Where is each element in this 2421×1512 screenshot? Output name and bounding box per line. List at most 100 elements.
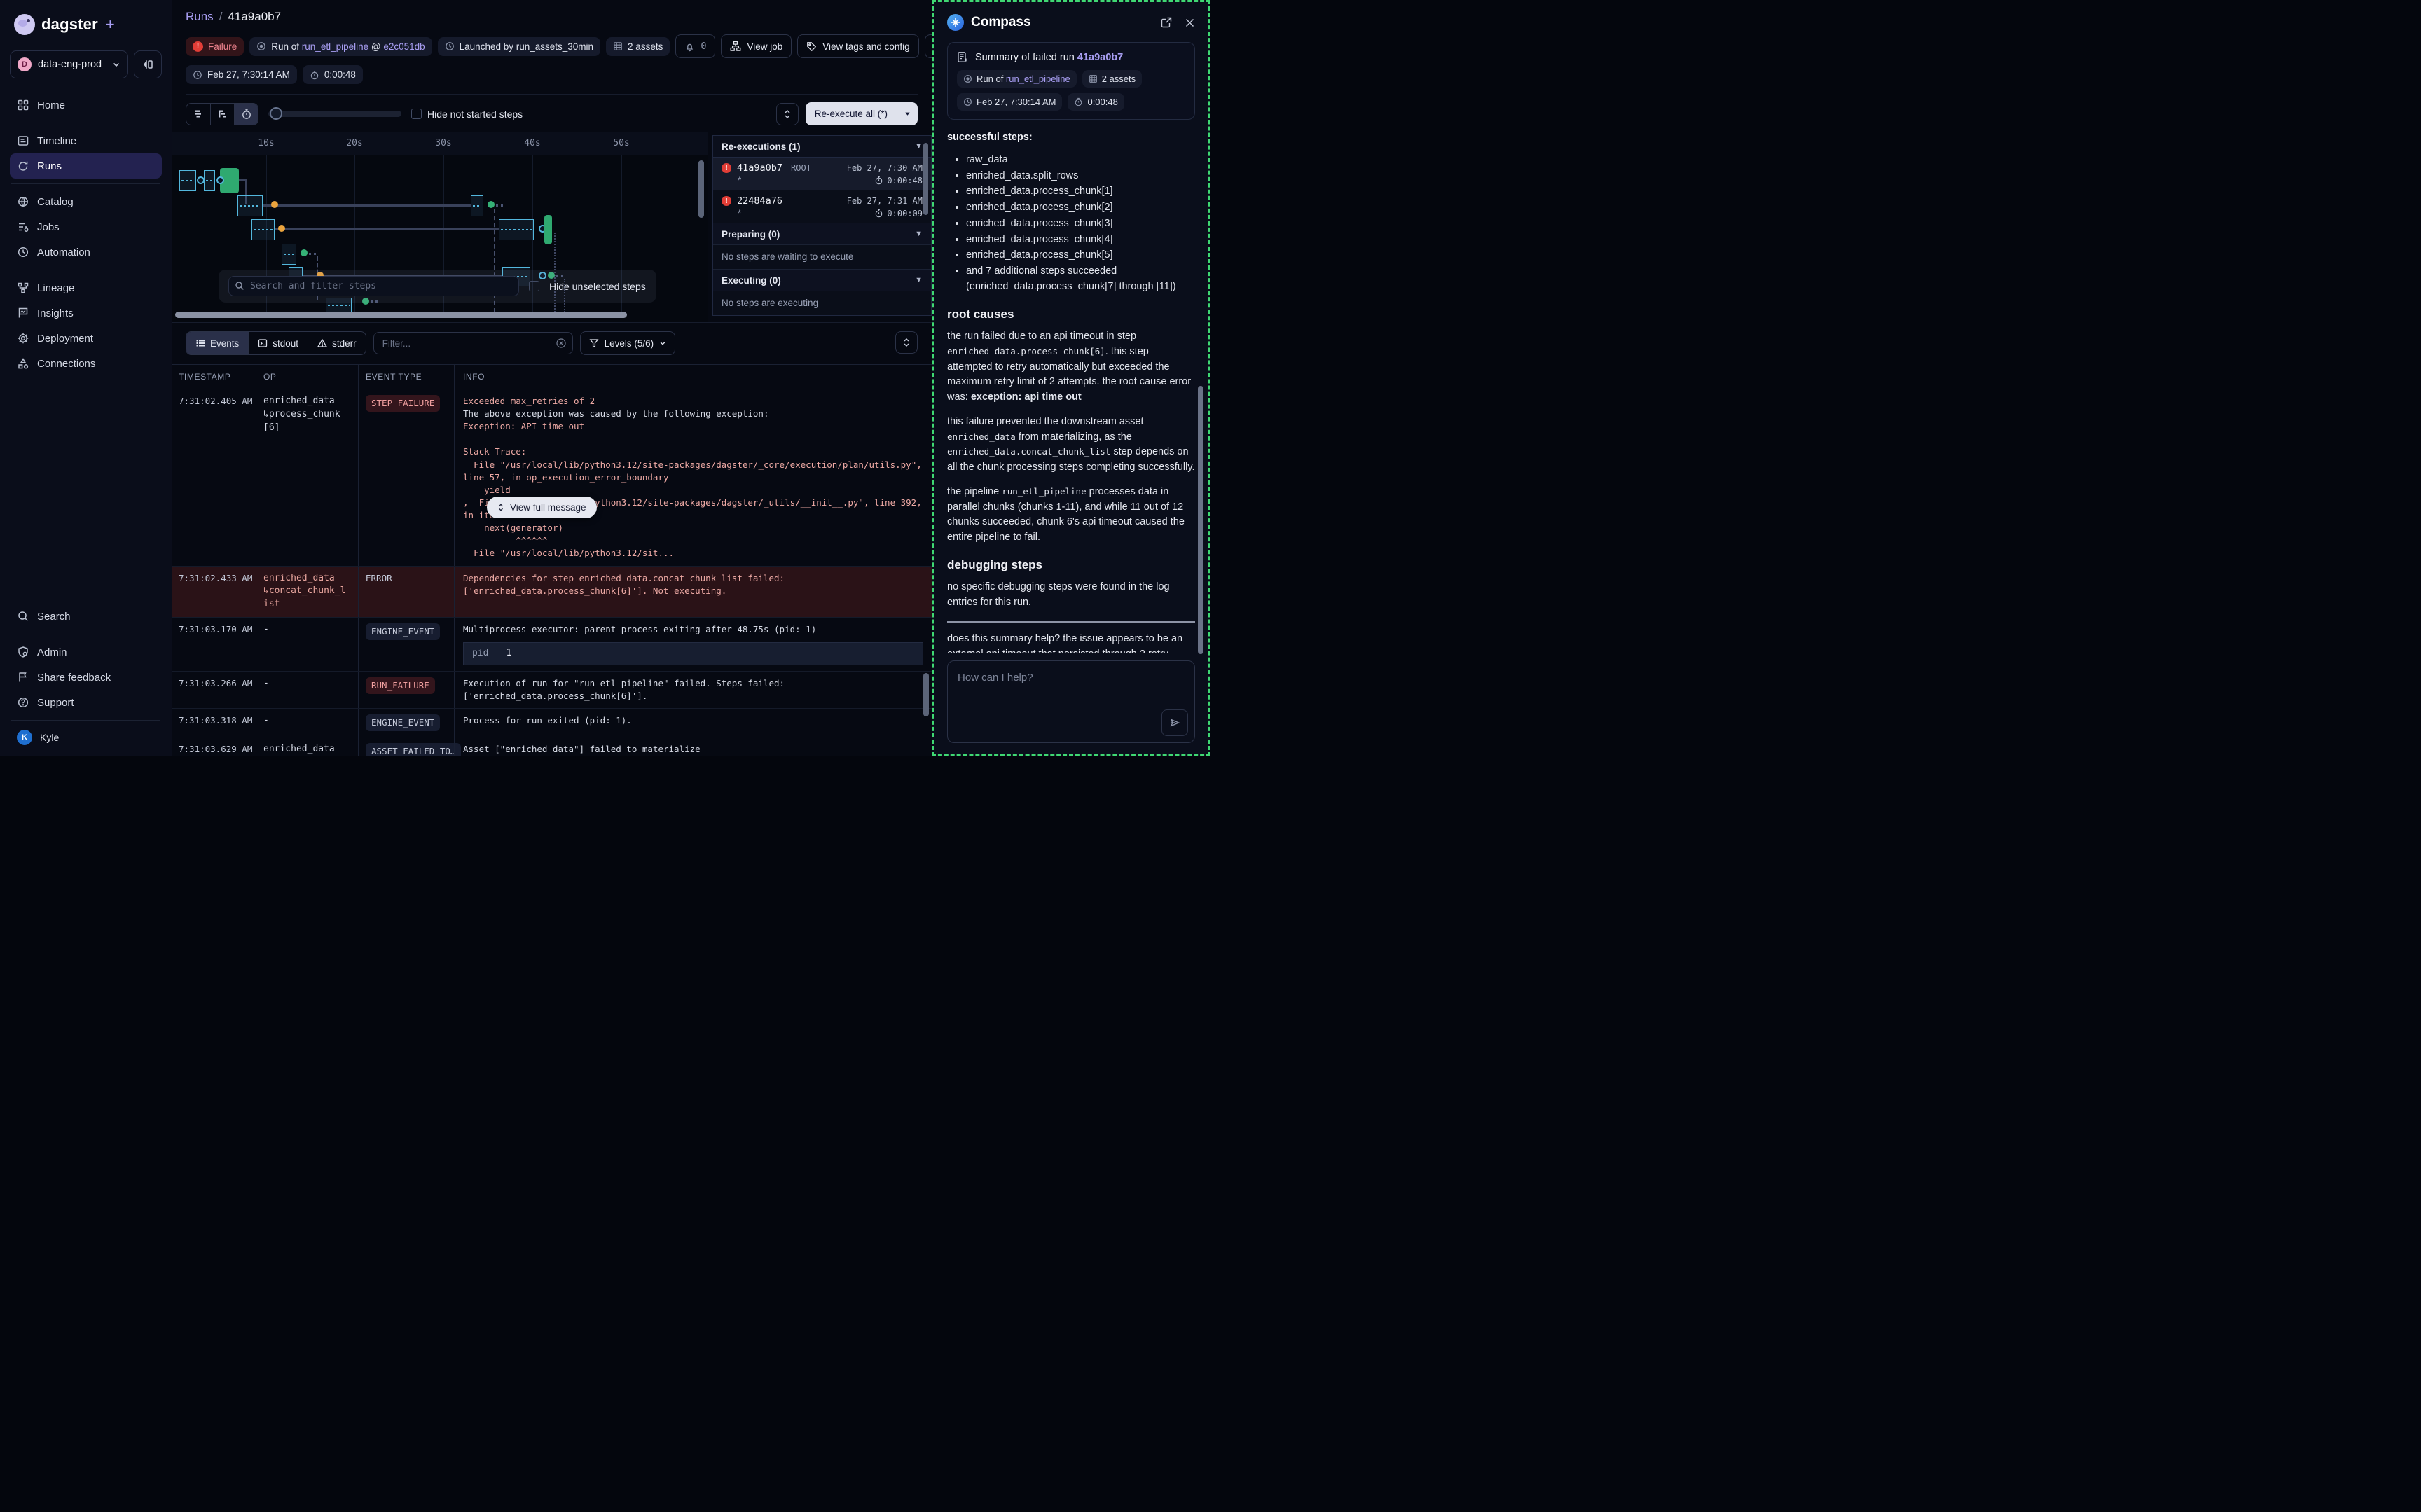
expand-log-button[interactable] [895,331,918,354]
stopwatch-icon [310,70,319,80]
workspace-selector[interactable]: D data-eng-prod [10,50,128,78]
events-scrollbar[interactable] [923,673,929,716]
sidebar-item-share-feedback[interactable]: Share feedback [10,665,162,690]
send-message-button[interactable] [1161,709,1188,736]
gantt-retry-dot[interactable] [271,201,278,208]
sidebar-item-automation[interactable]: Automation [10,240,162,265]
alerts-button[interactable]: 0 [675,34,715,58]
event-row[interactable]: 7:31:03.318 AM - ENGINE_EVENT Process fo… [172,709,932,737]
gantt-step-bar[interactable] [251,219,275,240]
tab-stdout[interactable]: stdout [248,332,308,354]
launched-by-chip[interactable]: Launched by run_assets_30min [438,37,600,56]
sidebar-item-home[interactable]: Home [10,92,162,118]
preparing-section-header[interactable]: Preparing (0) ▼ [713,223,931,245]
run-id[interactable]: 41a9a0b7 [737,162,782,174]
reexecutions-header[interactable]: Re-executions (1) ▼ [713,136,931,158]
clear-filter-icon[interactable] [556,338,567,349]
sidebar-item-lineage[interactable]: Lineage [10,275,162,300]
run-id[interactable]: 22484a76 [737,195,782,207]
breadcrumb-runs-link[interactable]: Runs [186,10,214,24]
view-tags-config-button[interactable]: View tags and config [797,34,918,58]
event-row-error[interactable]: 7:31:02.433 AM enriched_data↳concat_chun… [172,567,932,618]
sidebar-item-label: Search [37,611,71,623]
view-mode-flat-button[interactable] [186,104,210,125]
gantt-success-bar[interactable] [544,215,552,244]
chevron-down-icon: ▼ [915,230,923,238]
sidebar-item-deployment[interactable]: Deployment [10,326,162,351]
hide-not-started-checkbox[interactable] [411,109,422,119]
breadcrumb-separator: / [219,10,223,24]
zoom-slider-thumb[interactable] [270,107,282,120]
gantt-step-bar[interactable] [282,244,296,265]
dagster-octopus-icon [14,14,35,35]
run-summary-card[interactable]: Summary of failed run 41a9a0b7 Run of ru… [947,42,1195,120]
gantt-horizontal-scrollbar[interactable] [175,312,627,318]
sidebar-item-search[interactable]: Search [10,604,162,629]
sidebar-item-insights[interactable]: Insights [10,300,162,326]
sidebar-item-admin[interactable]: Admin [10,639,162,665]
sidebar-item-timeline[interactable]: Timeline [10,128,162,153]
open-in-new-icon[interactable] [1161,17,1172,28]
user-menu[interactable]: K Kyle [10,726,162,745]
gantt-step-bar[interactable] [179,170,196,191]
sidebar-item-connections[interactable]: Connections [10,351,162,376]
reexecution-row-root[interactable]: ! 41a9a0b7 ROOT Feb 27, 7:30 AM * 0:00:4… [713,158,931,190]
tab-events[interactable]: Events [186,332,248,354]
sidebar-item-jobs[interactable]: Jobs [10,214,162,240]
reexecution-switcher-button[interactable] [776,103,799,125]
gantt-step-bar[interactable] [499,219,534,240]
gantt-step-bar[interactable] [471,195,483,216]
sidebar-item-catalog[interactable]: Catalog [10,189,162,214]
view-full-message-button[interactable]: View full message [487,497,597,518]
gantt-success-dot[interactable] [488,201,495,208]
step-item: and 7 additional steps succeeded (enrich… [966,264,1195,295]
event-row[interactable]: 7:31:03.170 AM - ENGINE_EVENT Multiproce… [172,618,932,672]
gantt-connector [263,204,471,207]
executing-section-header[interactable]: Executing (0) ▼ [713,270,931,291]
log-view-tabs: Events stdout stderr [186,331,366,355]
compass-chat-input[interactable] [948,661,1194,742]
event-row[interactable]: 7:31:02.405 AM enriched_data↳process_chu… [172,389,932,567]
step-search-input[interactable] [228,276,519,296]
levels-filter-button[interactable]: Levels (5/6) [580,331,676,355]
step-item: enriched_data.process_chunk[2] [966,200,1195,216]
reexecute-options-button[interactable] [897,102,918,125]
run-of-chip[interactable]: Run of run_etl_pipeline @ e2c051db [249,37,432,56]
workspace-avatar: D [18,57,32,71]
compass-scrollbar[interactable] [1198,386,1203,654]
reexecute-all-button[interactable]: Re-execute all (*) [806,102,897,125]
main-content: Runs / 41a9a0b7 ! Failure Run of run_etl… [172,0,932,756]
event-row[interactable]: 7:31:03.629 AM enriched_data↳concat_chun… [172,737,932,756]
view-mode-timed-button[interactable] [234,104,258,125]
event-info: Execution of run for "run_etl_pipeline" … [454,672,932,708]
gantt-chart[interactable]: 10s 20s 30s 40s 50s [172,132,708,322]
sidebar-divider [11,720,160,721]
view-mode-waterfall-button[interactable] [210,104,234,125]
gantt-vertical-scrollbar[interactable] [698,160,704,218]
sidebar-item-support[interactable]: Support [10,690,162,715]
breadcrumb-run-id: 41a9a0b7 [228,10,281,24]
gantt-step-bar[interactable] [204,170,215,191]
dagster-logo[interactable]: dagster + [10,14,162,35]
gantt-retry-dot[interactable] [278,225,285,232]
sidebar-collapse-button[interactable] [134,50,162,78]
event-row[interactable]: 7:31:03.266 AM - RUN_FAILURE Execution o… [172,672,932,709]
event-info: Asset ["enriched_data"] failed to materi… [454,737,932,756]
levels-label: Levels (5/6) [605,338,654,349]
gantt-retry-marker[interactable] [197,176,205,184]
gantt-success-dot[interactable] [301,249,308,256]
gantt-retry-marker[interactable] [216,176,224,184]
sidebar-item-runs[interactable]: Runs [10,153,162,179]
log-filter-input[interactable] [373,332,573,354]
step-item: enriched_data.process_chunk[3] [966,216,1195,232]
gantt-step-bar[interactable] [237,195,263,216]
reexecution-row-retry[interactable]: ! 22484a76 Feb 27, 7:31 AM * 0:00:09 [713,190,931,223]
close-icon[interactable] [1185,17,1195,28]
zoom-slider[interactable] [268,111,401,117]
assets-count-chip[interactable]: 2 assets [606,37,670,56]
hide-unselected-checkbox[interactable] [529,281,539,291]
error-line: Exceeded max_retries of 2 [463,395,923,408]
tab-stderr[interactable]: stderr [308,332,366,354]
panel-scrollbar[interactable] [923,143,928,215]
view-job-button[interactable]: View job [721,34,792,58]
